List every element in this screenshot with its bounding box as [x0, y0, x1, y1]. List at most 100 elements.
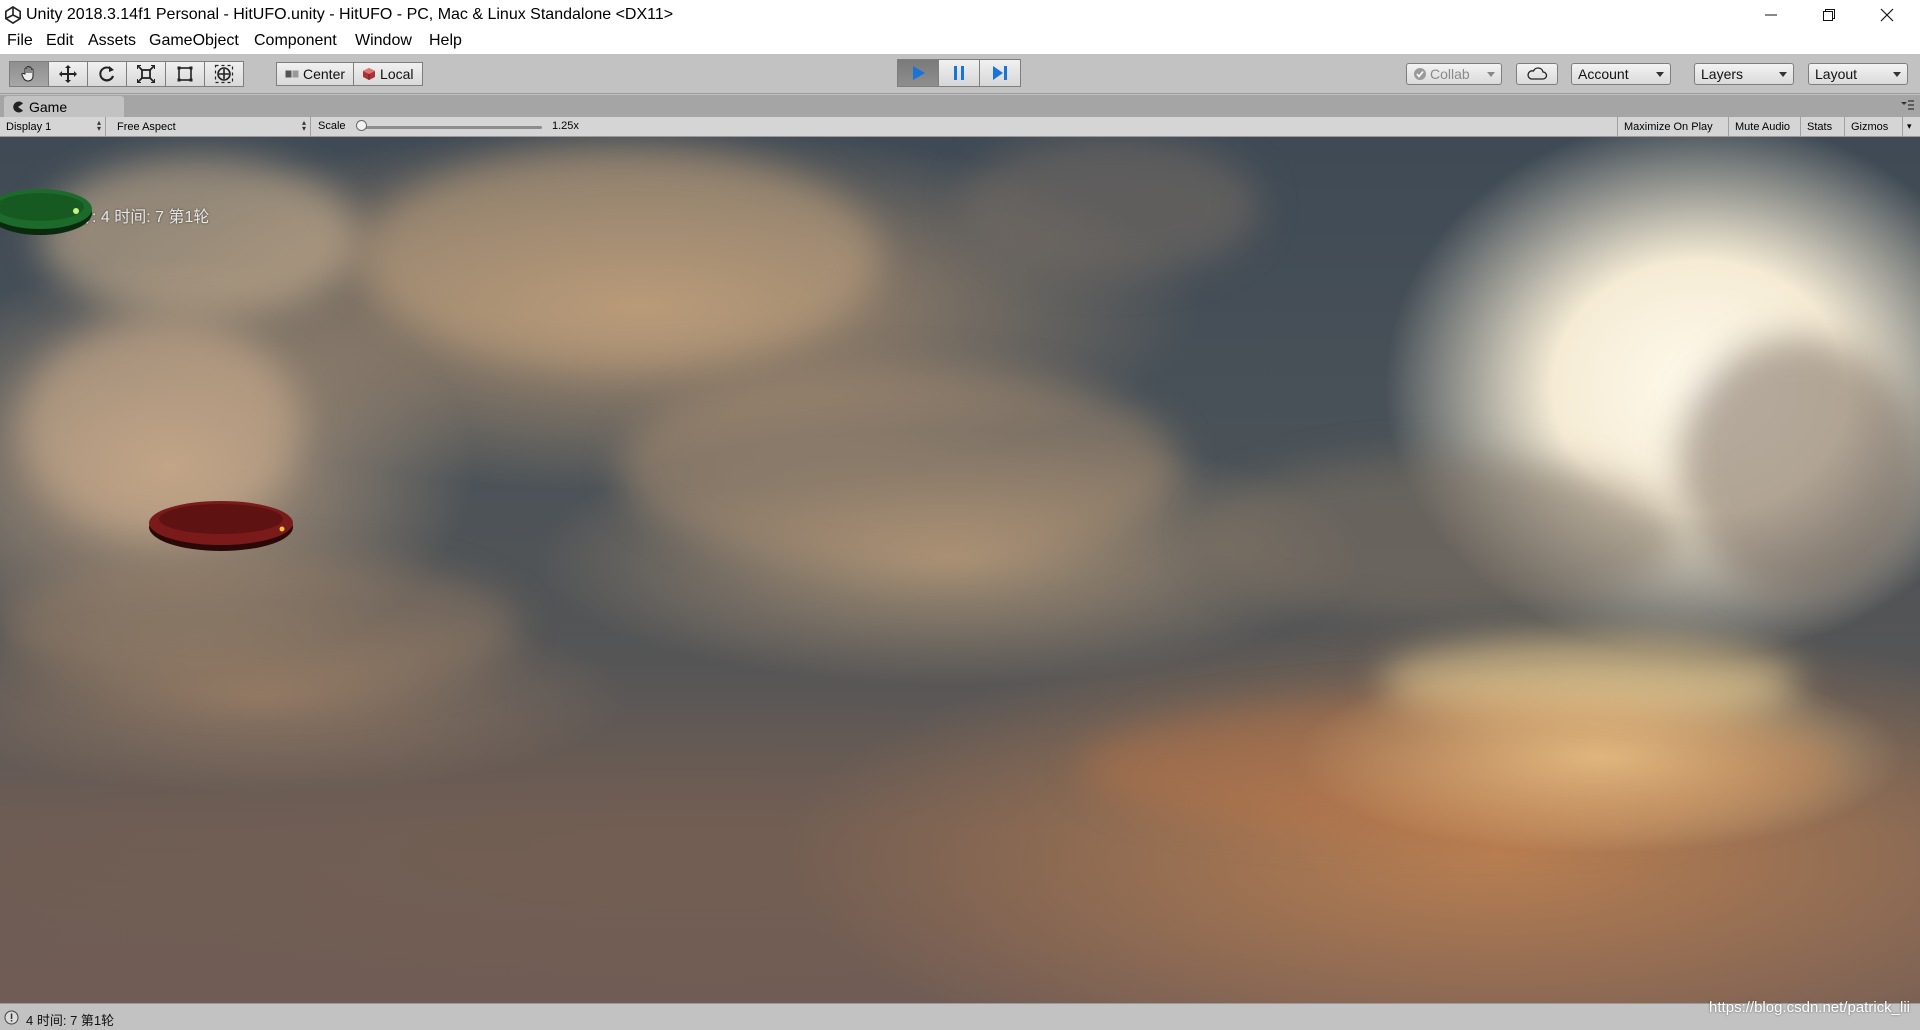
cloud-mass	[1200, 457, 1680, 617]
layout-dropdown[interactable]: Layout	[1808, 63, 1908, 85]
menu-gameobject[interactable]: GameObject	[149, 32, 239, 50]
menu-file[interactable]: File	[7, 32, 33, 50]
cloud-mass	[0, 557, 520, 697]
status-message: 4 时间: 7 第1轮	[26, 1013, 115, 1028]
layout-label: Layout	[1815, 66, 1858, 82]
playmode-controls	[897, 59, 1021, 87]
menu-assets[interactable]: Assets	[88, 32, 136, 50]
tab-game-label: Game	[29, 98, 68, 115]
minimize-button[interactable]	[1742, 0, 1800, 29]
cloud-mass	[1080, 697, 1840, 837]
chevron-down-icon: ▾	[1907, 121, 1912, 131]
pivot-center-button[interactable]: Center	[276, 62, 355, 86]
step-button[interactable]	[979, 59, 1021, 87]
pivot-toggles: Center Local	[276, 62, 423, 88]
tab-game[interactable]: Game	[4, 96, 124, 117]
menu-help[interactable]: Help	[429, 32, 462, 50]
window-title-bar: Unity 2018.3.14f1 Personal - HitUFO.unit…	[0, 0, 1920, 29]
ufo-red[interactable]	[146, 495, 296, 555]
game-view-controls: Display 1 ▴ ▾ Free Aspect ▴ ▾ Scale 1.25x …	[0, 117, 1920, 137]
move-icon	[59, 65, 77, 83]
pivot-local-button[interactable]: Local	[353, 62, 423, 86]
rect-transform-icon	[177, 66, 193, 82]
updown-arrows-icon: ▴ ▾	[96, 118, 101, 133]
ufo-green[interactable]	[0, 183, 100, 241]
cloud-mass	[960, 137, 1260, 277]
pivot-center-icon	[285, 70, 299, 78]
maximize-on-play-toggle[interactable]: Maximize On Play	[1617, 117, 1729, 136]
mute-audio-label: Mute Audio	[1735, 120, 1791, 133]
menu-bar: File Edit Assets GameObject Component Wi…	[0, 29, 1920, 54]
play-button[interactable]	[897, 59, 939, 87]
menu-edit[interactable]: Edit	[46, 32, 74, 50]
minimize-icon	[1765, 14, 1777, 15]
scale-icon	[137, 65, 155, 83]
cloud-mass	[360, 147, 880, 367]
menu-component[interactable]: Component	[254, 32, 337, 50]
updown-arrows-icon: ▴ ▾	[301, 118, 306, 133]
game-pacman-icon	[13, 101, 23, 112]
chevron-down-icon	[1779, 72, 1787, 77]
move-tool-button[interactable]	[48, 61, 88, 87]
aspect-label: Free Aspect	[117, 120, 176, 133]
unity-logo-icon	[4, 6, 22, 24]
watermark-url: https://blog.csdn.net/patrick_lii	[1709, 999, 1910, 1016]
rotate-icon	[99, 66, 114, 82]
close-icon	[1880, 8, 1894, 21]
status-bar: 4 时间: 7 第1轮	[0, 1003, 1920, 1030]
cloud-button[interactable]	[1516, 63, 1558, 85]
main-toolbar: Center Local Collab Account Layers Layou…	[0, 54, 1920, 94]
game-tab-bar: Game	[0, 95, 1920, 117]
cloud-mass	[620, 367, 1180, 567]
account-label: Account	[1578, 66, 1629, 82]
scale-slider-thumb[interactable]	[356, 120, 367, 131]
cloud-icon	[1527, 67, 1548, 80]
hand-icon	[21, 66, 34, 82]
display-select[interactable]: Display 1 ▴ ▾	[0, 117, 106, 136]
transform-icon	[214, 64, 234, 84]
scale-tool-button[interactable]	[126, 61, 166, 87]
aspect-select[interactable]: Free Aspect ▴ ▾	[111, 117, 311, 136]
cloud-mass	[1680, 337, 1920, 597]
maximize-on-play-label: Maximize On Play	[1624, 120, 1713, 133]
transform-tool-button[interactable]	[204, 61, 244, 87]
chevron-down-icon	[1893, 72, 1901, 77]
chevron-down-icon	[1487, 72, 1495, 77]
info-icon	[4, 1010, 19, 1025]
account-dropdown[interactable]: Account	[1571, 63, 1671, 85]
restore-icon	[1823, 8, 1835, 21]
window-title: Unity 2018.3.14f1 Personal - HitUFO.unit…	[26, 6, 674, 23]
rotate-tool-button[interactable]	[87, 61, 127, 87]
display-label: Display 1	[6, 120, 52, 133]
pivot-center-label: Center	[303, 66, 346, 82]
pause-icon	[954, 66, 964, 80]
gizmos-label: Gizmos	[1851, 120, 1889, 133]
scale-slider-track[interactable]	[362, 126, 542, 129]
collab-dropdown[interactable]: Collab	[1406, 63, 1502, 85]
step-icon	[993, 66, 1007, 80]
hand-tool-button[interactable]	[9, 61, 49, 87]
mute-audio-toggle[interactable]: Mute Audio	[1729, 117, 1801, 136]
layers-label: Layers	[1701, 66, 1744, 82]
menu-window[interactable]: Window	[355, 32, 412, 50]
transform-tools	[9, 61, 244, 87]
close-button[interactable]	[1858, 0, 1916, 29]
scale-label: Scale	[318, 120, 346, 132]
scale-value: 1.25x	[552, 120, 579, 132]
pivot-local-label: Local	[380, 66, 414, 82]
gizmos-dropdown[interactable]: ▾	[1903, 117, 1920, 136]
layers-dropdown[interactable]: Layers	[1694, 63, 1794, 85]
play-icon	[913, 66, 925, 80]
game-viewport[interactable]: 得分: 4 时间: 7 第1轮	[0, 137, 1920, 1003]
stats-toggle[interactable]: Stats	[1801, 117, 1845, 136]
restore-button[interactable]	[1800, 0, 1858, 29]
stats-label: Stats	[1807, 120, 1833, 133]
tab-menu-icon[interactable]	[1900, 99, 1914, 111]
chevron-down-icon	[1656, 72, 1664, 77]
collab-label: Collab	[1430, 66, 1470, 82]
rect-tool-button[interactable]	[165, 61, 205, 87]
checkmark-icon	[1414, 68, 1426, 80]
pause-button[interactable]	[938, 59, 980, 87]
gizmos-toggle[interactable]: Gizmos	[1845, 117, 1903, 136]
local-cube-icon	[363, 68, 376, 80]
